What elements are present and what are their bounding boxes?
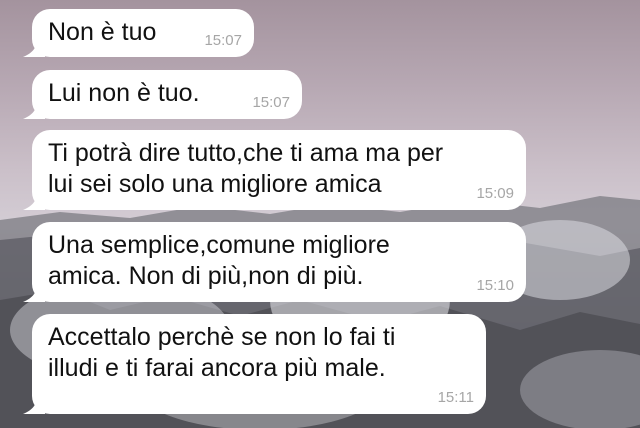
message-timestamp: 15:09 [476, 185, 514, 202]
bubble-tail-icon [23, 396, 45, 414]
message-bubble-1[interactable]: Non è tuo 15:07 [23, 9, 254, 57]
bubble-tail-icon [23, 101, 45, 119]
message-bubble-2[interactable]: Lui non è tuo. 15:07 [23, 70, 302, 119]
message-text: Lui non è tuo. [48, 79, 200, 107]
bubble-tail-icon [23, 284, 45, 302]
message-text: Ti potrà dire tutto,che ti ama ma per lu… [48, 139, 444, 198]
message-timestamp: 15:07 [204, 32, 242, 49]
message-text: Non è tuo [48, 18, 157, 46]
message-timestamp: 15:11 [437, 389, 474, 406]
message-timestamp: 15:10 [476, 277, 514, 294]
message-bubble-5[interactable]: Accettalo perchè se non lo fai ti illudi… [23, 314, 486, 414]
message-bubble-4[interactable]: Una semplice,comune migliore amica. Non … [23, 222, 526, 302]
bubble-tail-icon [23, 192, 45, 210]
message-bubble-3[interactable]: Ti potrà dire tutto,che ti ama ma per lu… [23, 130, 526, 210]
message-timestamp: 15:07 [252, 94, 290, 111]
bubble-tail-icon [23, 39, 45, 57]
message-text: Accettalo perchè se non lo fai ti illudi… [48, 323, 396, 382]
message-text: Una semplice,comune migliore amica. Non … [48, 231, 390, 290]
